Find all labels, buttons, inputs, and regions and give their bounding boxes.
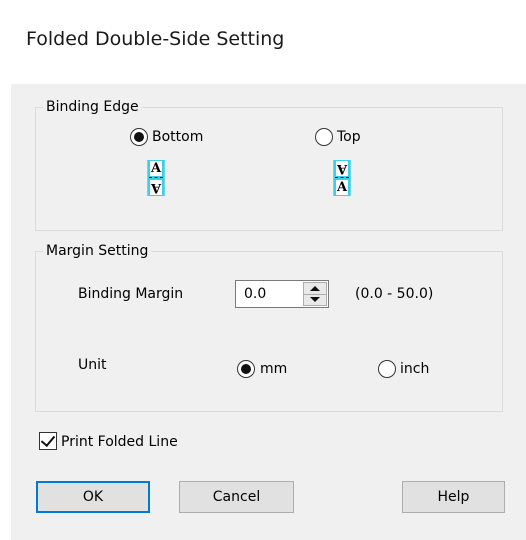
binding-margin-stepper[interactable]: 0.0 [235,280,329,308]
print-folded-line-checkbox[interactable] [39,431,57,450]
binding-margin-label: Binding Margin [78,286,184,302]
top-icon-letter-upper: A [336,161,348,176]
window-title: Folded Double-Side Setting [26,28,285,50]
top-binding-icon: A A [333,160,351,196]
bottom-icon-letter-lower: A [150,180,162,195]
arrow-down-icon [310,297,320,302]
mm-radio[interactable] [237,360,255,378]
margin-setting-group [35,251,503,412]
cancel-button-label: Cancel [212,489,261,505]
unit-label: Unit [78,357,107,373]
bottom-radio-label[interactable]: Bottom [152,129,203,145]
inch-radio[interactable] [378,360,396,378]
decrement-button[interactable] [304,294,326,305]
top-icon-fold-line [335,177,349,178]
mm-radio-label[interactable]: mm [260,361,287,377]
top-icon-letter-lower: A [336,180,348,195]
arrow-up-icon [310,286,320,291]
ok-button-label: OK [82,489,104,505]
window-edge [0,84,11,540]
bottom-radio[interactable] [130,128,148,146]
print-folded-line-label[interactable]: Print Folded Line [61,434,178,450]
inch-radio-label[interactable]: inch [400,361,429,377]
top-radio-label[interactable]: Top [337,129,361,145]
bottom-icon-fold-line [149,177,163,178]
binding-edge-group [35,107,503,231]
help-button[interactable]: Help [402,481,505,513]
stepper-buttons [303,282,327,306]
binding-margin-range: (0.0 - 50.0) [355,286,434,302]
title-bar: Folded Double-Side Setting [0,0,526,84]
bottom-binding-icon: A A [147,160,165,196]
cancel-button[interactable]: Cancel [179,481,294,513]
top-radio[interactable] [315,128,333,146]
check-icon [40,431,56,448]
margin-setting-group-label: Margin Setting [43,243,152,259]
ok-button[interactable]: OK [36,481,150,513]
help-button-label: Help [437,489,470,505]
binding-edge-group-label: Binding Edge [43,99,142,115]
bottom-icon-letter-upper: A [150,161,162,176]
binding-margin-value[interactable]: 0.0 [244,286,266,302]
